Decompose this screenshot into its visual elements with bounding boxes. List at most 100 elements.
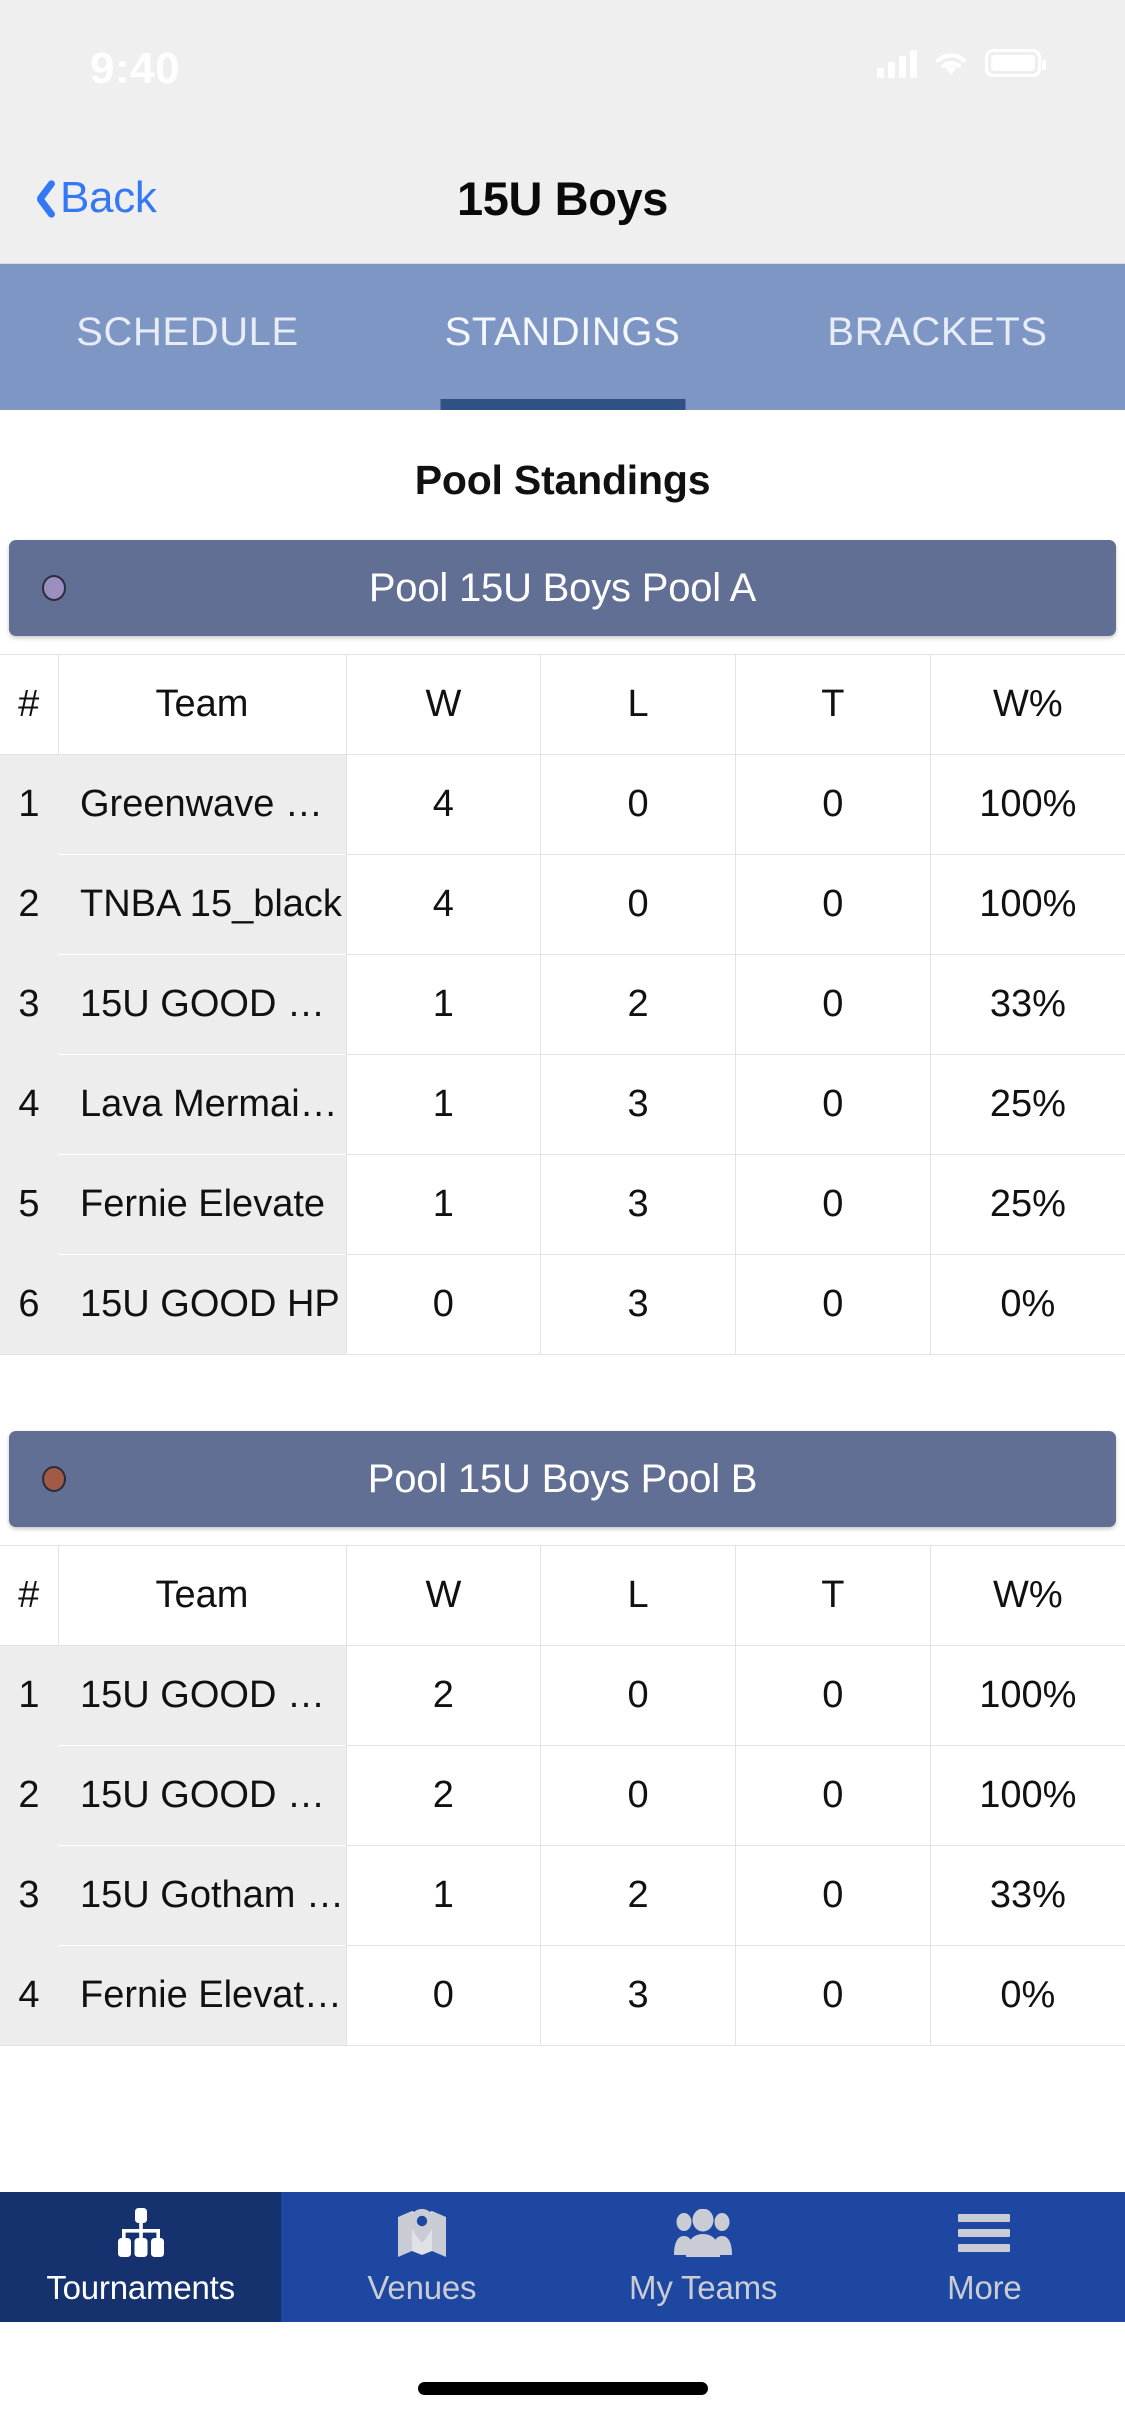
cell-rank: 2 xyxy=(0,854,58,955)
bottom-tab-my-teams-label: My Teams xyxy=(629,2269,778,2306)
cell-rank: 2 xyxy=(0,1745,58,1846)
bottom-tab-more-label: More xyxy=(947,2269,1022,2306)
table-row[interactable]: 3 15U Gotham Hoops 1 2 0 33% xyxy=(0,1845,1125,1946)
cell-rank: 3 xyxy=(0,1845,58,1946)
tab-schedule-label: SCHEDULE xyxy=(76,309,299,354)
cell-ties: 0 xyxy=(735,1054,931,1155)
table-row[interactable]: 1 15U GOOD Goredema… 2 0 0 100% xyxy=(0,1645,1125,1746)
cell-team: 15U GOOD Raitz xyxy=(58,1745,347,1846)
cell-losses: 3 xyxy=(540,1054,736,1155)
bottom-tab-bar: Tournaments Venues My Teams More xyxy=(0,2192,1125,2322)
tab-brackets-label: BRACKETS xyxy=(827,309,1048,354)
cell-ties: 0 xyxy=(735,1154,931,1255)
cell-rank: 1 xyxy=(0,754,58,855)
cell-win-pct: 25% xyxy=(929,1154,1125,1255)
tab-standings-label: STANDINGS xyxy=(444,309,681,354)
cell-wins: 4 xyxy=(345,754,542,855)
column-header-losses: L xyxy=(540,654,736,755)
pool-section-a: Pool 15U Boys Pool A # Team W L T W% 1 G… xyxy=(0,540,1125,1355)
cell-losses: 2 xyxy=(540,1845,736,1946)
segmented-tab-bar: SCHEDULE STANDINGS BRACKETS xyxy=(0,264,1125,410)
standings-table-a: # Team W L T W% 1 Greenwave United 4 0 0 xyxy=(0,654,1125,1355)
bottom-tab-venues[interactable]: Venues xyxy=(281,2192,562,2322)
cell-wins: 1 xyxy=(345,1845,542,1946)
cell-wins: 2 xyxy=(345,1645,542,1746)
column-header-win-pct: W% xyxy=(929,1545,1125,1646)
cell-wins: 2 xyxy=(345,1745,542,1846)
cell-losses: 3 xyxy=(540,1945,736,2046)
column-header-wins: W xyxy=(345,1545,542,1646)
column-header-wins: W xyxy=(345,654,542,755)
column-header-ties: T xyxy=(735,1545,931,1646)
pool-header-a-title: Pool 15U Boys Pool A xyxy=(368,565,757,610)
cell-losses: 0 xyxy=(540,1745,736,1846)
cell-rank: 3 xyxy=(0,954,58,1055)
pool-header-a[interactable]: Pool 15U Boys Pool A xyxy=(9,540,1116,636)
table-row[interactable]: 5 Fernie Elevate 1 3 0 25% xyxy=(0,1154,1125,1255)
table-row[interactable]: 4 Fernie Elevate B 0 3 0 0% xyxy=(0,1945,1125,2046)
table-row[interactable]: 4 Lava Mermaids U15… 1 3 0 25% xyxy=(0,1054,1125,1155)
status-bar-time: 9:40 xyxy=(90,44,181,93)
section-title: Pool Standings xyxy=(414,457,711,503)
cell-team: TNBA 15_black xyxy=(58,854,347,955)
bottom-tab-tournaments[interactable]: Tournaments xyxy=(0,2192,282,2322)
home-indicator[interactable] xyxy=(417,2381,708,2395)
bracket-tree-icon xyxy=(114,2207,168,2259)
table-row[interactable]: 1 Greenwave United 4 0 0 100% xyxy=(0,754,1125,855)
bottom-tab-venues-label: Venues xyxy=(367,2269,477,2306)
bottom-tab-my-teams[interactable]: My Teams xyxy=(563,2192,844,2322)
standings-table-b: # Team W L T W% 1 15U GOOD Goredema… 2 0 xyxy=(0,1545,1125,2046)
map-pin-icon xyxy=(396,2207,448,2259)
bottom-tab-more[interactable]: More xyxy=(844,2192,1125,2322)
cell-ties: 0 xyxy=(735,1745,931,1846)
column-header-losses: L xyxy=(540,1545,736,1646)
table-row[interactable]: 2 15U GOOD Raitz 2 0 0 100% xyxy=(0,1745,1125,1846)
table-row[interactable]: 2 TNBA 15_black 4 0 0 100% xyxy=(0,854,1125,955)
cellular-signal-icon xyxy=(877,48,917,78)
tab-standings[interactable]: STANDINGS xyxy=(375,264,750,410)
table-row[interactable]: 6 15U GOOD HP 0 3 0 0% xyxy=(0,1254,1125,1355)
pool-section-b: Pool 15U Boys Pool B # Team W L T W% 1 1… xyxy=(0,1431,1125,2046)
cell-rank: 4 xyxy=(0,1945,58,2046)
status-bar: 9:40 xyxy=(0,0,1125,132)
cell-win-pct: 25% xyxy=(929,1054,1125,1155)
cell-team: Fernie Elevate xyxy=(58,1154,347,1255)
cell-win-pct: 100% xyxy=(929,754,1125,855)
wifi-icon xyxy=(933,49,969,77)
hamburger-menu-icon xyxy=(958,2207,1011,2259)
column-header-win-pct: W% xyxy=(929,654,1125,755)
standings-content: Pool Standings Pool 15U Boys Pool A # Te… xyxy=(0,410,1125,2192)
cell-team: 15U GOOD Goredema… xyxy=(58,1645,347,1746)
status-bar-icons xyxy=(877,48,1046,78)
pool-header-b-title: Pool 15U Boys Pool B xyxy=(367,1456,758,1501)
cell-wins: 1 xyxy=(345,1154,542,1255)
cell-wins: 0 xyxy=(345,1254,542,1355)
table-header-row: # Team W L T W% xyxy=(0,1545,1125,1646)
cell-win-pct: 33% xyxy=(929,954,1125,1055)
page-title: 15U Boys xyxy=(456,171,668,225)
column-header-ties: T xyxy=(735,654,931,755)
cell-losses: 0 xyxy=(540,1645,736,1746)
battery-icon xyxy=(985,49,1046,77)
pool-spacer xyxy=(0,1355,1125,1431)
cell-losses: 2 xyxy=(540,954,736,1055)
cell-team: Fernie Elevate B xyxy=(58,1945,347,2046)
cell-ties: 0 xyxy=(735,1845,931,1946)
cell-ties: 0 xyxy=(735,954,931,1055)
pool-header-b[interactable]: Pool 15U Boys Pool B xyxy=(9,1431,1116,1527)
cell-win-pct: 0% xyxy=(929,1254,1125,1355)
column-header-rank: # xyxy=(0,1545,59,1646)
cell-losses: 3 xyxy=(540,1254,736,1355)
tab-schedule[interactable]: SCHEDULE xyxy=(0,264,375,410)
cell-team: Greenwave United xyxy=(58,754,347,855)
cell-win-pct: 100% xyxy=(929,854,1125,955)
navigation-bar: Back 15U Boys xyxy=(0,132,1125,264)
cell-rank: 5 xyxy=(0,1154,58,1255)
cell-rank: 1 xyxy=(0,1645,58,1746)
cell-win-pct: 100% xyxy=(929,1645,1125,1746)
cell-wins: 1 xyxy=(345,954,542,1055)
tab-brackets[interactable]: BRACKETS xyxy=(750,264,1125,410)
table-row[interactable]: 3 15U GOOD Williston 1 2 0 33% xyxy=(0,954,1125,1055)
pool-color-dot-icon xyxy=(42,575,66,601)
cell-win-pct: 0% xyxy=(929,1945,1125,2046)
